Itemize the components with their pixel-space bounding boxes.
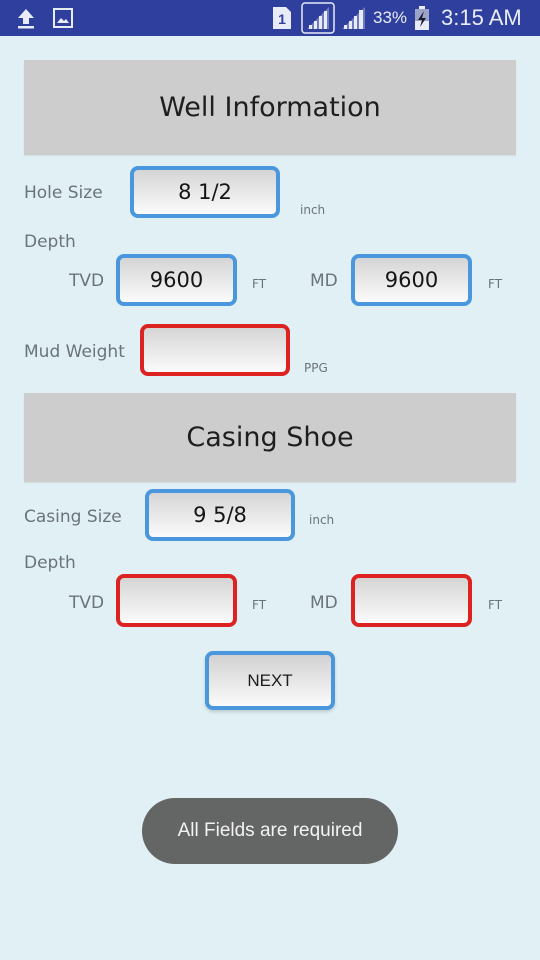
svg-text:1: 1 <box>278 11 286 27</box>
casing-tvd-field[interactable] <box>116 574 237 627</box>
casing-md-field[interactable] <box>351 574 472 627</box>
hole-size-input[interactable] <box>134 170 276 214</box>
casing-md-unit: FT <box>488 598 503 612</box>
depth-label: Depth <box>24 232 76 252</box>
tvd-label: TVD <box>69 271 105 291</box>
casing-depth-label: Depth <box>24 553 76 573</box>
signal-strength-icon <box>301 0 335 36</box>
tvd-field[interactable] <box>116 254 237 306</box>
casing-tvd-unit: FT <box>252 598 267 612</box>
casing-size-unit: inch <box>309 513 335 527</box>
sim-card-icon: 1 <box>272 0 292 36</box>
mud-weight-unit: PPG <box>304 361 328 375</box>
next-button[interactable]: NEXT <box>205 651 335 710</box>
mud-weight-label: Mud Weight <box>24 342 125 362</box>
image-icon <box>53 0 73 36</box>
casing-tvd-input[interactable] <box>120 578 233 623</box>
hole-size-unit: inch <box>300 203 326 217</box>
casing-size-field[interactable] <box>145 489 295 541</box>
hole-size-label: Hole Size <box>24 183 103 203</box>
md-unit: FT <box>488 277 503 291</box>
casing-tvd-label: TVD <box>69 593 105 613</box>
casing-size-label: Casing Size <box>24 507 122 527</box>
md-input[interactable] <box>355 258 468 302</box>
tvd-unit: FT <box>252 277 267 291</box>
casing-md-label: MD <box>310 593 338 613</box>
upload-icon <box>16 0 36 36</box>
signal-strength-icon-2 <box>341 0 367 36</box>
battery-percent: 33% <box>373 8 408 27</box>
md-label: MD <box>310 271 338 291</box>
mud-weight-field[interactable] <box>140 324 290 376</box>
well-information-header: Well Information <box>24 60 516 155</box>
tvd-input[interactable] <box>120 258 233 302</box>
mud-weight-input[interactable] <box>144 328 286 372</box>
hole-size-field[interactable] <box>130 166 280 218</box>
casing-size-input[interactable] <box>149 493 291 537</box>
casing-md-input[interactable] <box>355 578 468 623</box>
toast-message: All Fields are required <box>142 798 398 864</box>
md-field[interactable] <box>351 254 472 306</box>
status-bar: 1 33% 3:15 AM <box>0 0 540 36</box>
battery-charging-icon <box>415 0 429 36</box>
clock: 3:15 AM <box>441 5 522 30</box>
casing-shoe-header: Casing Shoe <box>24 393 516 482</box>
